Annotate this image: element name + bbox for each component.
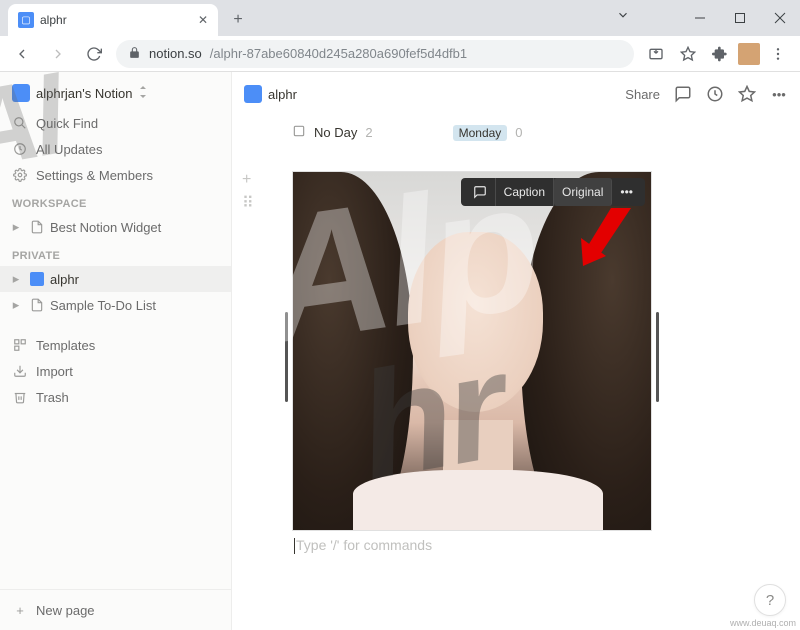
- browser-menu-icon[interactable]: [764, 40, 792, 68]
- templates-label: Templates: [36, 338, 95, 353]
- image-toolbar: Caption Original •••: [461, 178, 645, 206]
- drag-handle-icon[interactable]: ⠿: [242, 193, 254, 213]
- tab-title: alphr: [40, 13, 67, 27]
- window-controls: [680, 0, 800, 36]
- bookmark-icon[interactable]: [674, 40, 702, 68]
- reload-button[interactable]: [80, 40, 108, 68]
- main-content: alphr Share ••• No Day 2 Monday 0: [232, 72, 800, 630]
- gear-icon: [12, 168, 28, 182]
- settings-members[interactable]: Settings & Members: [0, 162, 231, 188]
- new-page-label: New page: [36, 603, 95, 618]
- extensions-icon[interactable]: [706, 40, 734, 68]
- col-count: 2: [365, 125, 372, 140]
- toggle-icon[interactable]: ▸: [8, 219, 24, 235]
- section-private: PRIVATE: [0, 240, 231, 266]
- unfold-icon: [138, 86, 148, 101]
- back-button[interactable]: [8, 40, 36, 68]
- close-tab-icon[interactable]: ✕: [198, 13, 208, 27]
- address-bar[interactable]: notion.so/alphr-87abe60840d245a280a690fe…: [116, 40, 634, 68]
- image-credit: www.deuaq.com: [730, 618, 796, 628]
- import[interactable]: Import: [0, 358, 231, 384]
- page-label: Sample To-Do List: [50, 298, 156, 313]
- board-col-monday[interactable]: Monday 0: [453, 124, 523, 141]
- empty-block[interactable]: Type '/' for commands: [294, 537, 800, 554]
- col-label: No Day: [314, 125, 357, 140]
- import-label: Import: [36, 364, 73, 379]
- empty-col-icon: [292, 124, 306, 141]
- settings-label: Settings & Members: [36, 168, 153, 183]
- share-button[interactable]: Share: [625, 87, 660, 102]
- board-columns: No Day 2 Monday 0: [232, 116, 800, 141]
- col-count: 0: [515, 125, 522, 140]
- clock-icon: [12, 142, 28, 156]
- share-page-icon[interactable]: [642, 40, 670, 68]
- updates-icon[interactable]: [706, 85, 724, 103]
- help-button[interactable]: ?: [754, 584, 786, 616]
- original-button[interactable]: Original: [554, 178, 612, 206]
- new-page-button[interactable]: + New page: [0, 590, 231, 630]
- minimize-button[interactable]: [680, 0, 720, 36]
- browser-toolbar: notion.so/alphr-87abe60840d245a280a690fe…: [0, 36, 800, 72]
- browser-titlebar: ▢ alphr ✕ +: [0, 0, 800, 36]
- page-label: alphr: [50, 272, 79, 287]
- board-col-noday[interactable]: No Day 2: [292, 124, 373, 141]
- image-block[interactable]: Caption Original •••: [292, 171, 652, 531]
- toggle-icon[interactable]: ▸: [8, 297, 24, 313]
- browser-tab[interactable]: ▢ alphr ✕: [8, 4, 218, 36]
- page-doc-icon: [28, 298, 46, 312]
- plus-icon: +: [12, 603, 28, 618]
- image-more-icon[interactable]: •••: [612, 178, 641, 206]
- sidebar-page-sample-todo[interactable]: ▸ Sample To-Do List: [0, 292, 231, 318]
- profile-avatar[interactable]: [738, 43, 760, 65]
- more-icon[interactable]: •••: [770, 85, 788, 103]
- breadcrumb[interactable]: alphr: [244, 85, 297, 103]
- trash-icon: [12, 390, 28, 404]
- quick-find[interactable]: Quick Find: [0, 110, 231, 136]
- topbar: alphr Share •••: [232, 72, 800, 116]
- trash[interactable]: Trash: [0, 384, 231, 410]
- resize-handle-right[interactable]: [656, 312, 659, 402]
- page-color-icon: [28, 272, 46, 286]
- page-label: Best Notion Widget: [50, 220, 161, 235]
- templates-icon: [12, 338, 28, 352]
- favorite-icon[interactable]: [738, 85, 756, 103]
- page-canvas: + ⠿ Caption Original •••: [232, 141, 800, 630]
- placeholder-text: Type '/' for commands: [296, 537, 432, 553]
- caption-button[interactable]: Caption: [496, 178, 554, 206]
- trash-label: Trash: [36, 390, 69, 405]
- block-handle[interactable]: + ⠿: [242, 171, 254, 213]
- sidebar-page-alphr[interactable]: ▸ alphr: [0, 266, 231, 292]
- close-window-button[interactable]: [760, 0, 800, 36]
- workspace-name: alphrjan's Notion: [36, 86, 132, 101]
- col-tag: Monday: [453, 125, 508, 141]
- breadcrumb-label: alphr: [268, 87, 297, 102]
- url-host: notion.so: [149, 46, 202, 61]
- all-updates-label: All Updates: [36, 142, 102, 157]
- page-doc-icon: [28, 220, 46, 234]
- comments-icon[interactable]: [674, 85, 692, 103]
- url-path: /alphr-87abe60840d245a280a690fef5d4dfb1: [210, 46, 467, 61]
- maximize-button[interactable]: [720, 0, 760, 36]
- toggle-icon[interactable]: ▸: [8, 271, 24, 287]
- new-tab-button[interactable]: +: [224, 6, 252, 34]
- templates[interactable]: Templates: [0, 332, 231, 358]
- tab-favicon: ▢: [18, 12, 34, 28]
- workspace-icon: [12, 84, 30, 102]
- image-comment-icon[interactable]: [465, 178, 496, 206]
- forward-button[interactable]: [44, 40, 72, 68]
- search-icon: [12, 116, 28, 130]
- page-icon: [244, 85, 262, 103]
- workspace-switcher[interactable]: alphrjan's Notion: [0, 72, 231, 110]
- section-workspace: WORKSPACE: [0, 188, 231, 214]
- quick-find-label: Quick Find: [36, 116, 98, 131]
- tab-list-chevron-icon[interactable]: [616, 8, 630, 27]
- add-block-icon[interactable]: +: [242, 171, 254, 189]
- import-icon: [12, 364, 28, 378]
- sidebar: alphrjan's Notion Quick Find All Updates…: [0, 72, 232, 630]
- lock-icon: [128, 46, 141, 62]
- sidebar-page-best-notion-widget[interactable]: ▸ Best Notion Widget: [0, 214, 231, 240]
- resize-handle-left[interactable]: [285, 312, 288, 402]
- all-updates[interactable]: All Updates: [0, 136, 231, 162]
